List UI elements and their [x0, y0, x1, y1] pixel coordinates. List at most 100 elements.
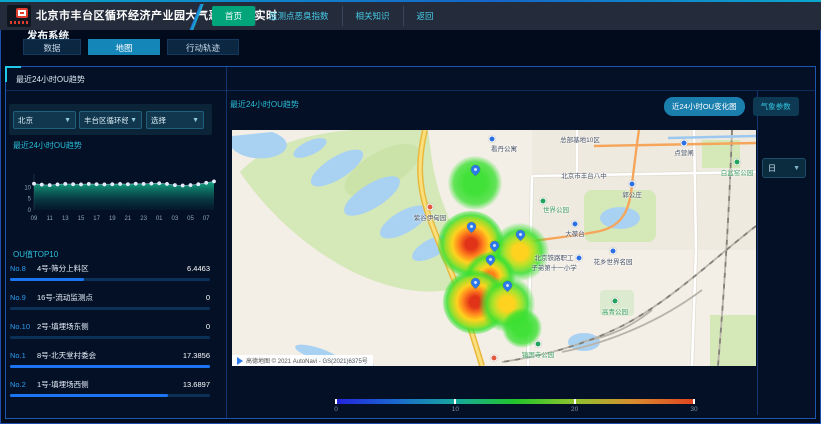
- panel-header-divider: [6, 90, 816, 91]
- scale-tick-label: 10: [452, 406, 459, 413]
- top-accent-line: [0, 0, 821, 2]
- ou-list-item[interactable]: No.18号-北天堂村委会17.3856: [10, 346, 210, 375]
- map-label: 郭公庄: [622, 189, 642, 199]
- filter-select-2[interactable]: 丰台区循环经济产▼: [79, 111, 142, 129]
- tab-2[interactable]: 地图: [88, 39, 160, 55]
- ou-value: 0: [206, 292, 210, 304]
- svg-text:11: 11: [47, 216, 54, 222]
- metro-icon: [629, 181, 636, 188]
- monitor-point-name: 1号-填埋场西侧: [37, 379, 183, 391]
- ou-list-row: No.21号-填埋场西侧13.6897: [10, 375, 210, 391]
- nav-item-3[interactable]: 相关知识: [342, 6, 403, 26]
- park-icon: [734, 159, 741, 166]
- value-bar-fill: [10, 278, 84, 281]
- filter-value: 北京: [18, 115, 62, 126]
- scenic-icon: [427, 204, 434, 211]
- ou-list-item[interactable]: No.84号-筛分上料区6.4463: [10, 259, 210, 288]
- map-label: 花乡世界名园: [594, 256, 633, 266]
- value-bar-fill: [10, 394, 168, 397]
- map-canvas[interactable]: 看丹公寓总部基地10区点营闸白盆窑公园北京市丰台八中郭公庄世界公园大葆台花乡世界…: [232, 130, 756, 366]
- ou-change-chart-button[interactable]: 近24小时OU变化图: [664, 97, 745, 116]
- map-right-divider: [757, 91, 758, 415]
- view-tabs: 数据地图行动轨迹: [23, 39, 239, 55]
- nav-item-4[interactable]: 返回: [403, 6, 447, 26]
- monitor-point-name: 2号-填埋场东侧: [37, 321, 206, 333]
- chevron-down-icon: ▼: [64, 117, 71, 124]
- svg-text:21: 21: [125, 216, 132, 222]
- app-logo: [7, 5, 31, 27]
- map-label: 子弟第十一小学: [531, 262, 577, 272]
- map-label: 高青公园: [602, 306, 628, 316]
- monitor-point-name: 16号-流动监测点: [37, 292, 206, 304]
- tab-3[interactable]: 行动轨迹: [167, 39, 239, 55]
- filter-value: 选择: [151, 115, 190, 126]
- park-icon: [535, 341, 542, 348]
- svg-text:19: 19: [109, 216, 116, 222]
- svg-text:5: 5: [28, 197, 32, 203]
- main-nav: 首页监测点恶臭指数相关知识返回: [212, 6, 447, 26]
- value-bar-fill: [10, 365, 210, 368]
- map-label: 点营闸: [674, 147, 694, 157]
- title-divider: [186, 4, 206, 30]
- value-bar-track: [10, 278, 210, 281]
- ou-list-row: No.18号-北天堂村委会17.3856: [10, 346, 210, 362]
- logo-mark-icon: [16, 8, 28, 18]
- map-label: 北京铁路职工: [535, 252, 574, 262]
- scale-tick: [454, 399, 456, 404]
- scale-tick: [335, 399, 337, 404]
- ou-top10-list: No.84号-筛分上料区6.4463No.916号-流动监测点0No.102号-…: [10, 259, 210, 404]
- filter-select-1[interactable]: 北京▼: [13, 111, 76, 129]
- poi-icon: [489, 136, 496, 143]
- map-label: 紫谷伊甸园: [414, 212, 447, 222]
- logo-text-mark: [10, 21, 28, 24]
- value-bar-track: [10, 307, 210, 310]
- weather-params-button[interactable]: 气象参数: [753, 97, 799, 116]
- monitor-point-name: 4号-筛分上料区: [37, 263, 187, 275]
- ou-trend-chart: 0510091113151719212301030507: [8, 168, 220, 224]
- ou-list-item[interactable]: No.21号-填埋场西侧13.6897: [10, 375, 210, 404]
- scale-tick: [574, 399, 576, 404]
- ou-list-row: No.102号-填埋场东侧0: [10, 317, 210, 333]
- map-label: 大葆台: [565, 228, 585, 238]
- time-range-select[interactable]: 日 ▼: [762, 158, 806, 178]
- ou-value: 13.6897: [183, 379, 210, 391]
- ou-value: 0: [206, 321, 210, 333]
- nav-item-2[interactable]: 监测点恶臭指数: [255, 6, 342, 26]
- poi-icon: [610, 248, 617, 255]
- ou-value: 6.4463: [187, 263, 210, 275]
- chevron-down-icon: ▼: [793, 165, 800, 172]
- value-bar-track: [10, 365, 210, 368]
- rank-label: No.1: [10, 350, 37, 362]
- map-label: 北京市丰台八中: [561, 170, 607, 180]
- svg-text:01: 01: [156, 216, 163, 222]
- svg-text:15: 15: [78, 216, 85, 222]
- map-label: 看丹公寓: [491, 143, 517, 153]
- scale-tick-label: 30: [690, 406, 697, 413]
- nav-item-1[interactable]: 首页: [212, 6, 255, 26]
- panel-title: 最近24小时OU趋势: [16, 74, 85, 85]
- svg-text:05: 05: [187, 216, 194, 222]
- tab-1[interactable]: 数据: [23, 39, 81, 55]
- sidebar-chart-title: 最近24小时OU趋势: [13, 140, 82, 151]
- chevron-down-icon: ▼: [192, 117, 199, 124]
- svg-text:0: 0: [28, 208, 32, 214]
- heatmap-color-scale: [336, 399, 694, 404]
- scenic-icon: [491, 355, 498, 362]
- map-attribution-text: 高德地图 © 2021 AutoNavi - GS(2021)6375号: [246, 356, 368, 365]
- map-label: 世界公园: [543, 204, 569, 214]
- map-label: 总部基地10区: [560, 134, 600, 144]
- ou-list-item[interactable]: No.102号-填埋场东侧0: [10, 317, 210, 346]
- app-window: 北京市丰台区循环经济产业园大气恶臭状况实时 首页监测点恶臭指数相关知识返回 发布…: [0, 0, 821, 424]
- filter-select-3[interactable]: 选择▼: [146, 111, 204, 129]
- svg-text:09: 09: [31, 216, 38, 222]
- value-bar-track: [10, 394, 210, 397]
- ou-list-item[interactable]: No.916号-流动监测点0: [10, 288, 210, 317]
- scale-tick: [693, 399, 695, 404]
- ou-list-row: No.84号-筛分上料区6.4463: [10, 259, 210, 275]
- rank-label: No.9: [10, 292, 37, 304]
- ou-list-row: No.916号-流动监测点0: [10, 288, 210, 304]
- school-icon: [576, 255, 583, 262]
- svg-text:03: 03: [172, 216, 179, 222]
- rank-label: No.10: [10, 321, 37, 333]
- scale-tick-label: 20: [571, 406, 578, 413]
